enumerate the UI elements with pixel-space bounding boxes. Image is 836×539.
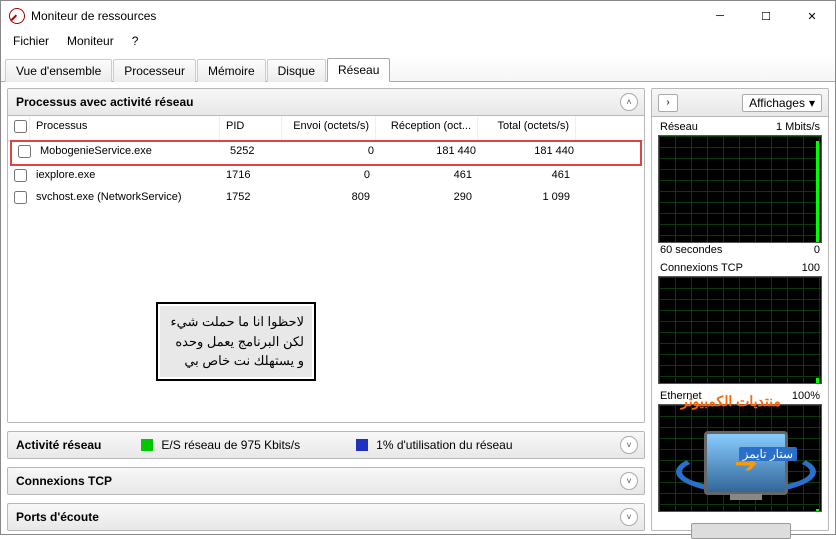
menu-monitor[interactable]: Moniteur [59,32,122,50]
io-label: E/S réseau de 975 Kbits/s [161,438,300,452]
title-bar: Moniteur de ressources ─ ☐ ✕ [1,1,835,31]
views-dropdown[interactable]: Affichages ▾ [742,94,822,112]
chart-canvas [658,404,822,512]
right-pane-header: › Affichages ▾ [652,89,828,117]
row-checkbox[interactable] [18,145,31,158]
table-row[interactable]: MobogenieService.exe52520181 440181 440 [10,140,642,166]
lower-panels: Activité réseau E/S réseau de 975 Kbits/… [7,431,645,531]
cell-pid: 5252 [224,143,286,163]
tab-cpu[interactable]: Processeur [113,59,196,82]
chart-max: 1 Mbits/s [776,121,820,133]
collapse-sidebar-button[interactable]: › [658,94,678,112]
col-recv[interactable]: Réception (oct... [376,116,478,140]
maximize-button[interactable]: ☐ [743,1,789,31]
cell-send: 0 [282,167,376,187]
cell-pid: 1752 [220,189,282,209]
tcp-panel-title: Connexions TCP [16,474,112,488]
tab-overview[interactable]: Vue d'ensemble [5,59,112,82]
tab-network[interactable]: Réseau [327,58,390,82]
col-send[interactable]: Envoi (octets/s) [282,116,376,140]
cell-recv: 290 [376,189,478,209]
tab-memory[interactable]: Mémoire [197,59,266,82]
chart-title: Réseau [660,121,698,133]
processes-table-header: Processus PID Envoi (octets/s) Réception… [8,116,644,141]
cell-total: 1 099 [478,189,576,209]
col-process[interactable]: Processus [30,116,220,140]
annotation-overlay: لاحظوا انا ما حملت شيء لكن البرنامج يعمل… [156,302,316,381]
chart-xlabel: 60 secondes [660,244,722,256]
table-row[interactable]: iexplore.exe17160461461 [8,166,644,188]
network-activity-title: Activité réseau [16,438,101,452]
select-all-checkbox[interactable] [14,120,27,133]
tab-disk[interactable]: Disque [267,59,326,82]
chart-block: Réseau 1 Mbits/s 60 secondes 0 [658,121,822,256]
col-total[interactable]: Total (octets/s) [478,116,576,140]
row-checkbox[interactable] [14,169,27,182]
io-color-swatch [141,439,153,451]
ports-panel-title: Ports d'écoute [16,510,99,524]
cell-send: 809 [282,189,376,209]
util-color-swatch [356,439,368,451]
collapse-icon[interactable]: ˄ [620,93,638,111]
chart-title: Connexions TCP [660,262,743,274]
cell-recv: 461 [376,167,478,187]
views-label: Affichages [749,96,805,110]
cell-total: 181 440 [482,143,580,163]
content-area: Processus avec activité réseau ˄ Process… [1,82,835,537]
close-button[interactable]: ✕ [789,1,835,31]
processes-panel-header[interactable]: Processus avec activité réseau ˄ [8,89,644,116]
left-pane: Processus avec activité réseau ˄ Process… [7,88,645,531]
chart-block: Connexions TCP 100 [658,262,822,384]
cell-recv: 181 440 [380,143,482,163]
chart-title: Ethernet [660,390,702,402]
processes-table-body: MobogenieService.exe52520181 440181 440i… [8,141,644,210]
ports-panel[interactable]: Ports d'écoute ˅ [7,503,645,531]
cell-pid: 1716 [220,167,282,187]
expand-icon[interactable]: ˅ [620,508,638,526]
cell-send: 0 [286,143,380,163]
chart-block: Ethernet 100% [658,390,822,512]
tcp-panel[interactable]: Connexions TCP ˅ [7,467,645,495]
app-icon [9,8,25,24]
chart-min: 0 [814,244,820,256]
util-label: 1% d'utilisation du réseau [376,438,512,452]
menu-file[interactable]: Fichier [5,32,57,50]
expand-icon[interactable]: ˅ [620,436,638,454]
network-activity-panel[interactable]: Activité réseau E/S réseau de 975 Kbits/… [7,431,645,459]
chart-max: 100% [792,390,820,402]
row-checkbox[interactable] [14,191,27,204]
expand-icon[interactable]: ˅ [620,472,638,490]
processes-panel-title: Processus avec activité réseau [16,95,193,109]
col-pid[interactable]: PID [220,116,282,140]
menu-help[interactable]: ? [124,32,147,50]
chart-canvas [658,276,822,384]
window-title: Moniteur de ressources [31,9,156,23]
network-activity-info: E/S réseau de 975 Kbits/s 1% d'utilisati… [141,438,512,452]
cell-process: MobogenieService.exe [34,143,224,163]
menu-bar: Fichier Moniteur ? [1,31,835,51]
cell-process: iexplore.exe [30,167,220,187]
chart-canvas [658,135,822,243]
header-checkbox[interactable] [8,116,30,140]
dropdown-icon: ▾ [809,96,815,110]
right-pane: › Affichages ▾ Réseau 1 Mbits/s 60 seconde… [651,88,829,531]
minimize-button[interactable]: ─ [697,1,743,31]
charts-area: Réseau 1 Mbits/s 60 secondes 0 Connexions TC… [652,117,828,530]
tab-bar: Vue d'ensemble Processeur Mémoire Disque… [1,53,835,82]
chart-max: 100 [802,262,820,274]
cell-process: svchost.exe (NetworkService) [30,189,220,209]
processes-panel: Processus avec activité réseau ˄ Process… [7,88,645,423]
table-row[interactable]: svchost.exe (NetworkService)17528092901 … [8,188,644,210]
cell-total: 461 [478,167,576,187]
